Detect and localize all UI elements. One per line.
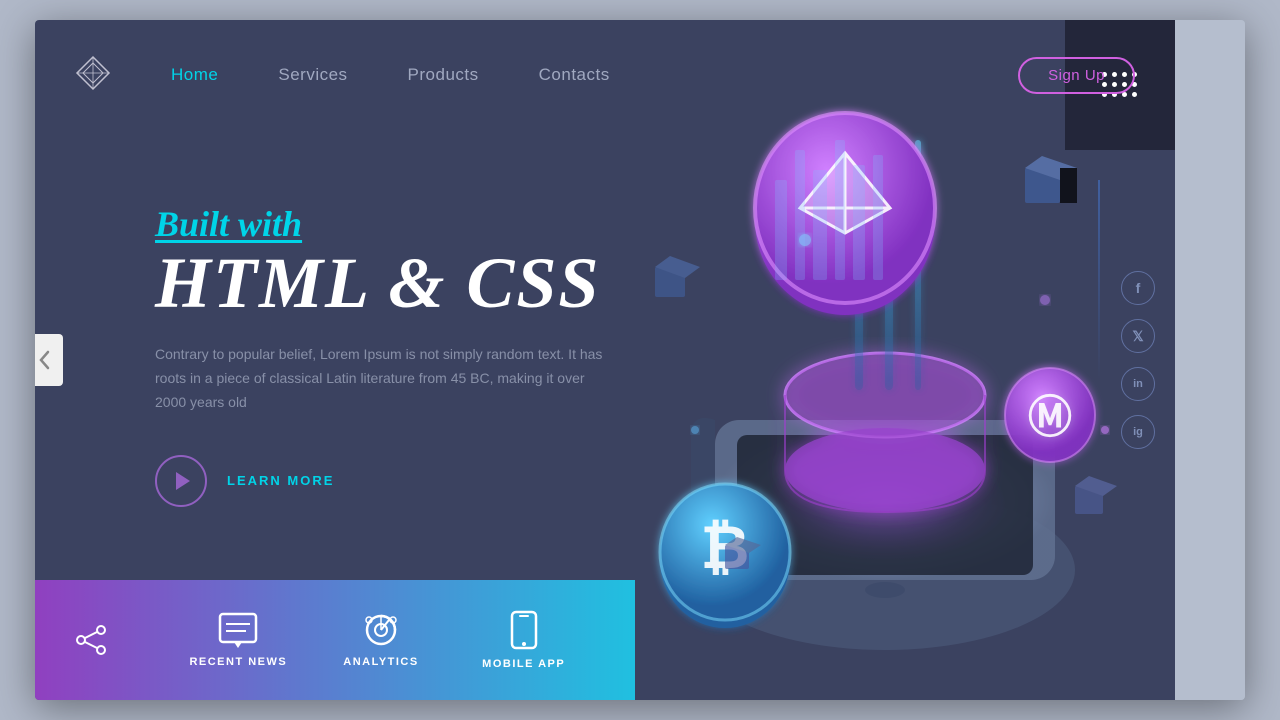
share-icon-area[interactable] — [75, 624, 107, 656]
recent-news-label: RECENT NEWS — [189, 656, 287, 668]
navbar: Home Services Products Contacts Sign Up — [35, 20, 1175, 130]
signup-button[interactable]: Sign Up — [1018, 57, 1135, 94]
recent-news-item[interactable]: RECENT NEWS — [167, 612, 310, 668]
mobile-app-item[interactable]: MOBILE APP — [452, 610, 595, 670]
hero-title: HTML & CSS — [155, 247, 1055, 319]
nav-contacts[interactable]: Contacts — [539, 65, 610, 84]
social-sidebar: f 𝕏 in ig — [1121, 271, 1155, 449]
analytics-label: ANALYTICS — [343, 656, 418, 668]
linkedin-icon[interactable]: in — [1121, 367, 1155, 401]
hero-text: Built with HTML & CSS Contrary to popula… — [155, 203, 1055, 506]
right-panel — [1175, 20, 1245, 700]
facebook-icon[interactable]: f — [1121, 271, 1155, 305]
hero-description: Contrary to popular belief, Lorem Ipsum … — [155, 343, 615, 414]
learn-more-section: LEARN MORE — [155, 455, 1055, 507]
nav-products[interactable]: Products — [408, 65, 479, 84]
bottom-bar: RECENT NEWS ANALYTICS — [35, 580, 635, 700]
play-triangle-icon — [176, 472, 190, 490]
analytics-item[interactable]: ANALYTICS — [310, 612, 453, 668]
learn-more-label: LEARN MORE — [227, 473, 334, 488]
nav-home[interactable]: Home — [171, 65, 218, 84]
left-arrow-button[interactable] — [35, 334, 63, 386]
play-button[interactable] — [155, 455, 207, 507]
scroll-indicator — [1098, 180, 1100, 380]
hero-subtitle: Built with — [155, 203, 1055, 245]
nav-services[interactable]: Services — [278, 65, 347, 84]
mobile-app-label: MOBILE APP — [482, 658, 565, 670]
main-container: Home Services Products Contacts Sign Up — [35, 20, 1175, 700]
nav-links: Home Services Products Contacts — [171, 65, 1018, 85]
instagram-icon[interactable]: ig — [1121, 415, 1155, 449]
twitter-icon[interactable]: 𝕏 — [1121, 319, 1155, 353]
logo[interactable] — [75, 55, 171, 96]
